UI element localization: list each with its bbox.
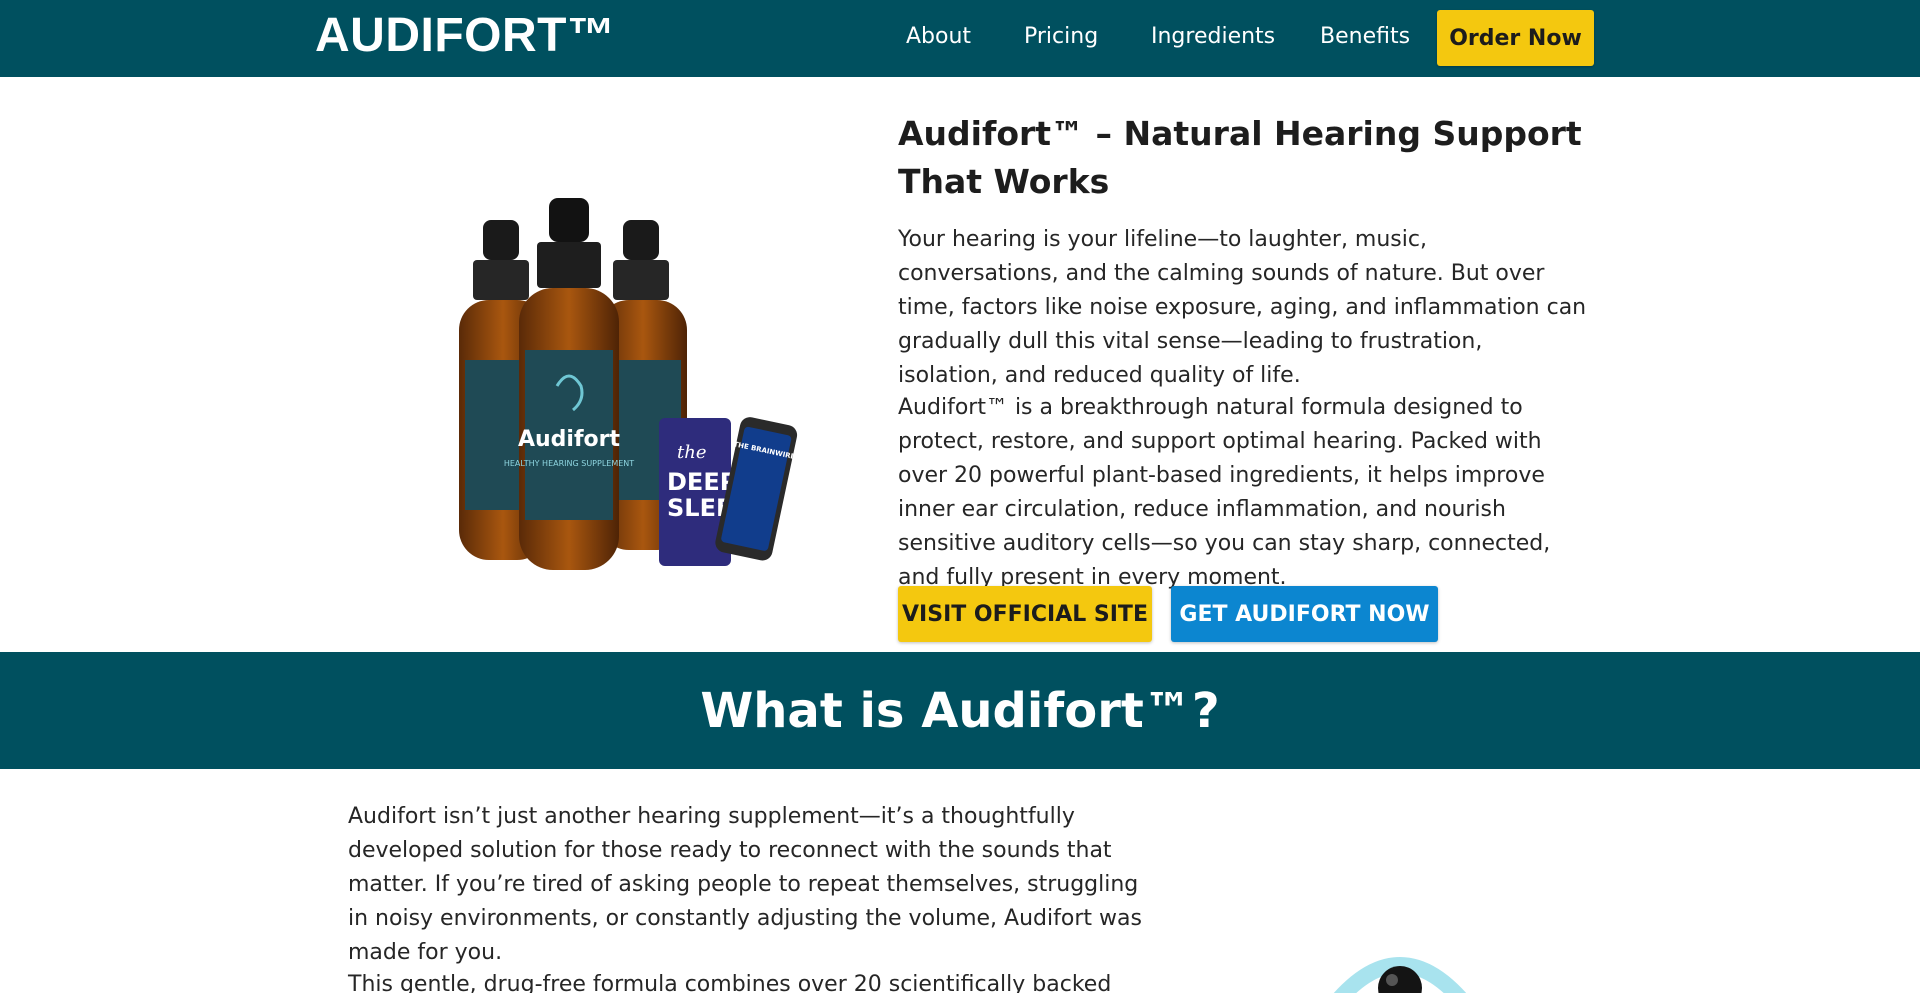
hero-paragraph-1: Your hearing is your lifeline—to laughte…: [898, 227, 1587, 388]
svg-text:the: the: [677, 442, 706, 463]
what-is-paragraph-1: Audifort isn’t just another hearing supp…: [348, 804, 1142, 965]
product-bottles-image: Audifort HEALTHY HEARING SUPPLEMENT the …: [459, 198, 798, 570]
nav-ingredients-link[interactable]: Ingredients: [1151, 24, 1275, 49]
nav-pricing-link[interactable]: Pricing: [1024, 24, 1098, 49]
order-now-button[interactable]: Order Now: [1437, 10, 1594, 66]
bottle-sublabel: HEALTHY HEARING SUPPLEMENT: [504, 459, 634, 468]
hearing-illustration-image: [1333, 957, 1467, 993]
visit-official-site-button[interactable]: VISIT OFFICIAL SITE: [898, 586, 1152, 642]
hero-paragraph-2: Audifort™ is a breakthrough natural form…: [898, 395, 1551, 590]
top-navigation-bar: AUDIFORT™ About Pricing Ingredients Bene…: [0, 0, 1920, 77]
what-is-title: What is Audifort™?: [700, 682, 1220, 739]
bottle-front: Audifort HEALTHY HEARING SUPPLEMENT: [504, 198, 634, 570]
bottle-label: Audifort: [518, 427, 621, 452]
brand-logo[interactable]: AUDIFORT™: [315, 8, 615, 63]
what-is-section-header: What is Audifort™?: [0, 652, 1920, 769]
get-audifort-now-button[interactable]: GET AUDIFORT NOW: [1171, 586, 1438, 642]
nav-about-link[interactable]: About: [906, 24, 971, 49]
what-is-paragraph-2: This gentle, drug-free formula combines …: [348, 972, 1112, 993]
nav-benefits-link[interactable]: Benefits: [1320, 24, 1410, 49]
hero-title: Audifort™ – Natural Hearing Support That…: [898, 114, 1582, 201]
